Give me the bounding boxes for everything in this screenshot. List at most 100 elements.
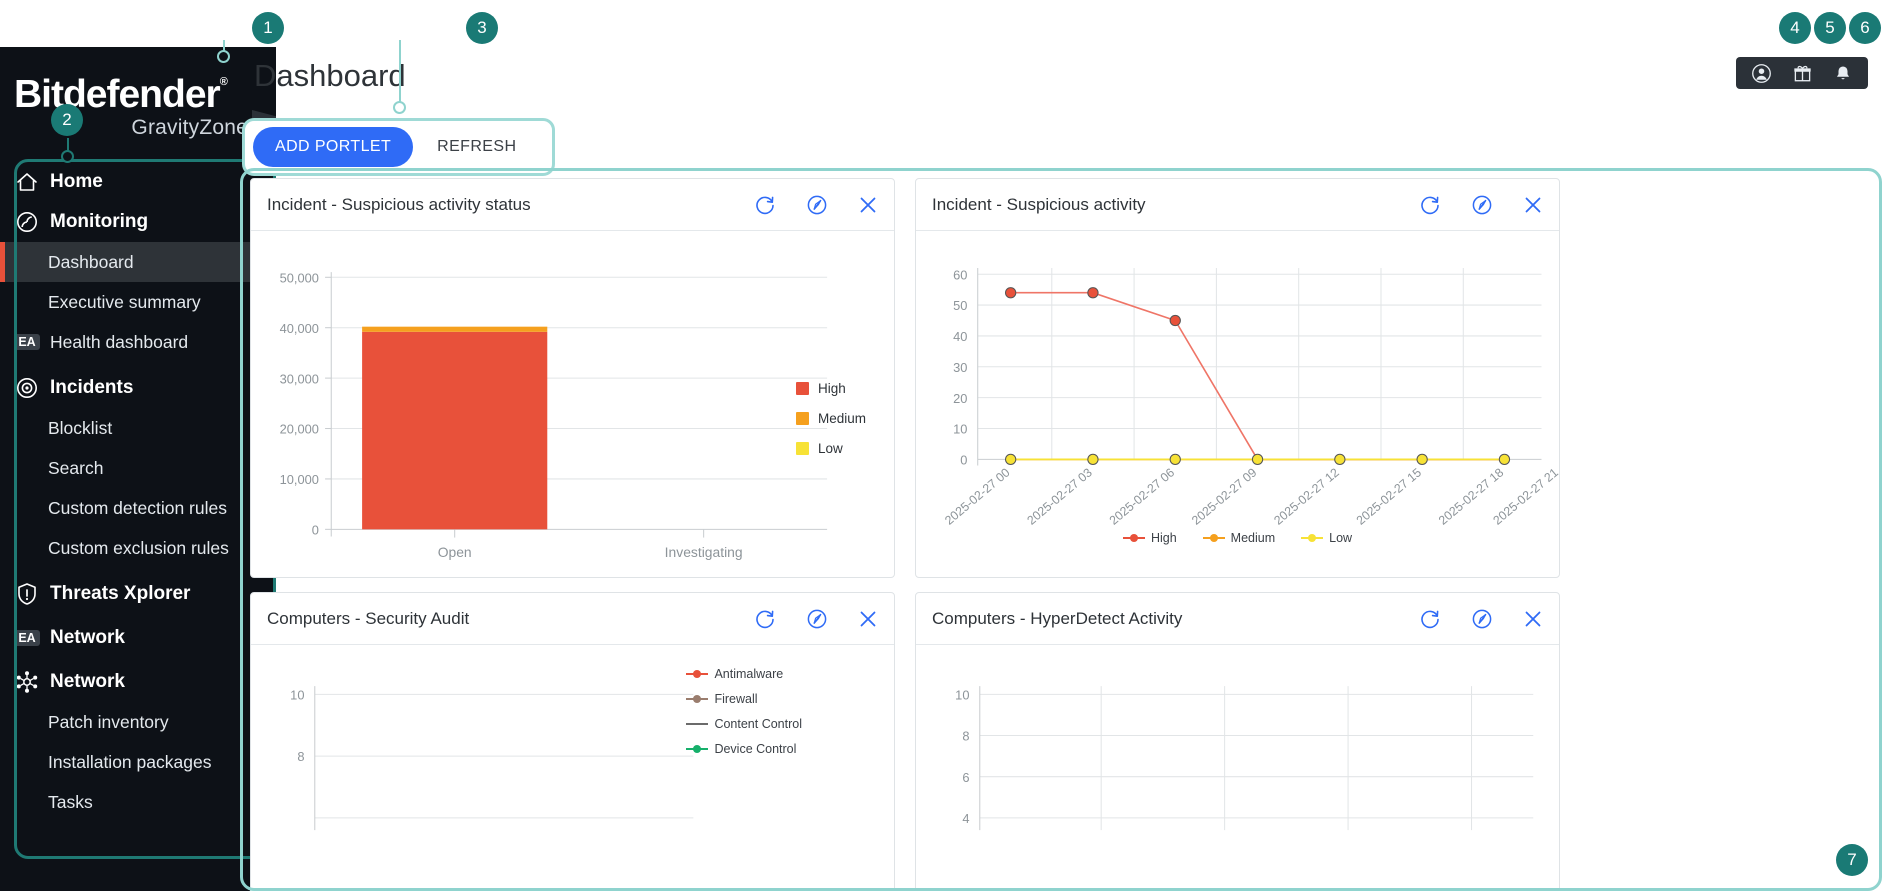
sidebar-item-label: Network — [50, 671, 125, 693]
close-icon[interactable] — [1523, 195, 1543, 215]
portlet-actions — [1419, 194, 1543, 216]
marker-7: 7 — [1836, 844, 1868, 876]
edit-icon[interactable] — [806, 608, 828, 630]
marker-4: 4 — [1779, 12, 1811, 44]
svg-text:10: 10 — [953, 422, 967, 437]
svg-text:2025-02-27 00: 2025-02-27 00 — [942, 465, 1013, 527]
legend-label: High — [818, 381, 846, 396]
line-chart-suspicious-activity: 60 50 40 30 20 10 0 — [916, 231, 1559, 578]
legend-item-low[interactable]: Low — [796, 441, 866, 456]
svg-text:50: 50 — [953, 298, 967, 313]
account-icon[interactable] — [1752, 64, 1771, 83]
sidebar-item-label: Incidents — [50, 377, 133, 399]
edit-icon[interactable] — [806, 194, 828, 216]
sidebar-item-label: Patch inventory — [48, 712, 169, 733]
monitoring-icon — [12, 209, 42, 235]
legend-label: Medium — [818, 411, 866, 426]
chart-legend: High Medium Low — [916, 531, 1559, 545]
legend-label: Medium — [1231, 531, 1275, 545]
legend-swatch-low — [1301, 537, 1323, 539]
legend-item-medium[interactable]: Medium — [796, 411, 866, 426]
legend-item-high[interactable]: High — [1123, 531, 1177, 545]
svg-text:20: 20 — [953, 391, 967, 406]
refresh-icon[interactable] — [1419, 608, 1441, 630]
sidebar-item-label: Threats Xplorer — [50, 583, 190, 605]
sidebar-item-label: Network — [50, 627, 125, 649]
portlet-actions — [754, 194, 878, 216]
svg-text:6: 6 — [962, 770, 969, 785]
refresh-icon[interactable] — [1419, 194, 1441, 216]
shield-alert-icon — [12, 581, 42, 607]
marker-5: 5 — [1814, 12, 1846, 44]
close-icon[interactable] — [858, 609, 878, 629]
legend-item-medium[interactable]: Medium — [1203, 531, 1275, 545]
svg-text:4: 4 — [962, 811, 969, 826]
sidebar-item-label: Health dashboard — [50, 332, 188, 353]
page-title: Dashboard — [254, 58, 406, 94]
legend-item-device-control[interactable]: Device Control — [686, 742, 802, 756]
add-portlet-button[interactable]: ADD PORTLET — [253, 127, 413, 167]
sidebar-item-label: Home — [50, 171, 103, 193]
svg-text:2025-02-27 09: 2025-02-27 09 — [1189, 465, 1260, 527]
portlet-actions — [754, 608, 878, 630]
legend-item-firewall[interactable]: Firewall — [686, 692, 802, 706]
svg-text:20,000: 20,000 — [280, 422, 319, 437]
highlight-dot-3 — [393, 101, 406, 114]
portlet-header: Incident - Suspicious activity — [916, 179, 1559, 231]
highlight-connector-3 — [399, 40, 401, 108]
legend-swatch-medium — [1203, 537, 1225, 539]
edit-icon[interactable] — [1471, 608, 1493, 630]
sidebar-item-label: Blocklist — [48, 418, 112, 439]
marker-1: 1 — [252, 12, 284, 44]
svg-text:40,000: 40,000 — [280, 321, 319, 336]
marker-2: 2 — [51, 104, 83, 136]
ea-badge-icon: EA — [12, 329, 42, 355]
marker-3: 3 — [466, 12, 498, 44]
legend-swatch-content-control — [686, 723, 708, 725]
marker-6: 6 — [1849, 12, 1881, 44]
sidebar-item-label: Tasks — [48, 792, 93, 813]
svg-text:Open: Open — [438, 544, 472, 560]
dashboard-toolbar: ADD PORTLET REFRESH — [242, 118, 555, 176]
chart-legend: Antimalware Firewall Content Control — [686, 667, 802, 756]
svg-text:10: 10 — [955, 688, 969, 703]
portlet-header: Computers - Security Audit — [251, 593, 894, 645]
bell-icon[interactable] — [1834, 64, 1852, 83]
close-icon[interactable] — [858, 195, 878, 215]
legend-label: Firewall — [714, 692, 757, 706]
legend-swatch-device-control — [686, 748, 708, 750]
legend-label: Low — [818, 441, 843, 456]
portlet-body: 10 8 6 4 — [916, 645, 1559, 891]
svg-text:40: 40 — [953, 329, 967, 344]
legend-item-content-control[interactable]: Content Control — [686, 717, 802, 731]
svg-text:30: 30 — [953, 360, 967, 375]
legend-item-high[interactable]: High — [796, 381, 866, 396]
legend-swatch-antimalware — [686, 673, 708, 675]
refresh-icon[interactable] — [754, 194, 776, 216]
legend-label: Antimalware — [714, 667, 783, 681]
sidebar-item-label: Search — [48, 458, 103, 479]
edit-icon[interactable] — [1471, 194, 1493, 216]
legend-item-antimalware[interactable]: Antimalware — [686, 667, 802, 681]
refresh-icon[interactable] — [754, 608, 776, 630]
portlet-title: Computers - HyperDetect Activity — [932, 609, 1419, 629]
portlet-title: Incident - Suspicious activity — [932, 195, 1419, 215]
highlight-dot-1 — [217, 50, 230, 63]
portlet-title: Incident - Suspicious activity status — [267, 195, 754, 215]
portlet-body: 50,000 40,000 30,000 20,000 10,000 0 Ope… — [251, 231, 894, 577]
sidebar-item-label: Executive summary — [48, 292, 201, 313]
refresh-button[interactable]: REFRESH — [413, 127, 540, 167]
ea-badge-label: EA — [14, 630, 39, 647]
legend-item-low[interactable]: Low — [1301, 531, 1352, 545]
sidebar-item-label: Dashboard — [48, 252, 134, 273]
portlet-title: Computers - Security Audit — [267, 609, 754, 629]
legend-swatch-high — [796, 382, 809, 395]
legend-swatch-medium — [796, 412, 809, 425]
svg-text:10,000: 10,000 — [280, 472, 319, 487]
line-chart-hyperdetect: 10 8 6 4 — [916, 645, 1559, 891]
gift-icon[interactable] — [1793, 64, 1812, 83]
incidents-icon — [12, 375, 42, 401]
portlet-actions — [1419, 608, 1543, 630]
topbar-icons — [1736, 57, 1868, 89]
close-icon[interactable] — [1523, 609, 1543, 629]
